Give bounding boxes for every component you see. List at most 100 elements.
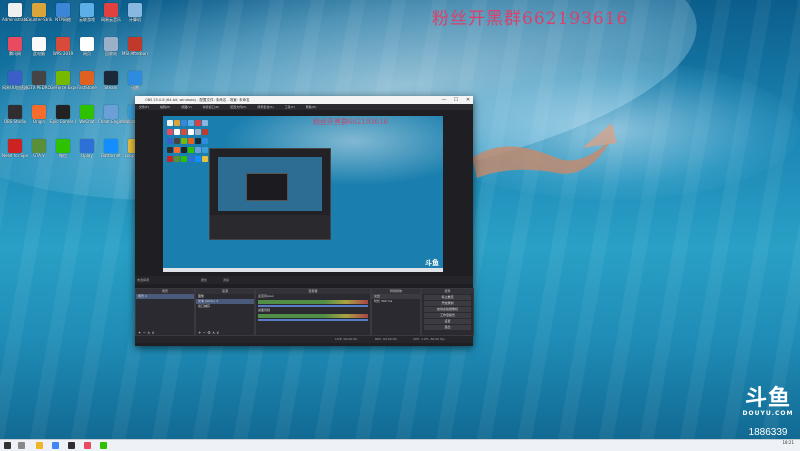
preview-desktop-icon bbox=[188, 147, 194, 153]
volume-slider[interactable] bbox=[258, 305, 368, 307]
preview-desktop-icon bbox=[202, 138, 208, 144]
app-icon bbox=[104, 37, 118, 51]
preview-desktop-icon bbox=[188, 120, 194, 126]
desktop-icon[interactable]: Need for Speed bbox=[2, 138, 28, 168]
desktop-icon[interactable]: OBS Studio bbox=[2, 104, 28, 134]
duration-field[interactable]: 时长 300 ms bbox=[372, 299, 420, 304]
menu-edit[interactable]: 编辑(E) bbox=[160, 105, 170, 109]
stop-streaming-button[interactable]: 停止推流 bbox=[424, 295, 471, 300]
desktop-icon[interactable]: Counter-Strike Global Offensive bbox=[26, 2, 52, 32]
desktop-icon[interactable]: GTA V bbox=[26, 138, 52, 168]
obs-preview-canvas[interactable]: 粉丝开黑群662193616 斗鱼 bbox=[163, 116, 443, 272]
desktop-icon[interactable]: Steam bbox=[98, 70, 124, 100]
desktop-icon[interactable]: WPS 2019 bbox=[50, 36, 76, 66]
desktop-icon[interactable]: WeChat bbox=[74, 104, 100, 134]
minimize-button[interactable]: — bbox=[439, 96, 449, 104]
menu-profile[interactable]: 配置文件(P) bbox=[230, 105, 246, 109]
menu-scene-collection[interactable]: 场景集合(S) bbox=[257, 105, 273, 109]
settings-button[interactable]: 设置 bbox=[424, 319, 471, 324]
app-icon bbox=[104, 3, 118, 17]
scene-item[interactable]: 场景 2 bbox=[136, 294, 194, 299]
tray-clock[interactable]: 18:21 bbox=[782, 440, 794, 445]
add-icon[interactable]: + − ⚙ ∧ ∨ bbox=[198, 330, 219, 335]
desktop-icon[interactable]: 云联游戏 bbox=[74, 2, 100, 32]
obs-window[interactable]: OBS 25.0.8 (64-bit, windows) - 配置文件: 未命名… bbox=[135, 96, 474, 346]
menu-help[interactable]: 帮助(H) bbox=[306, 105, 317, 109]
wechat-icon[interactable] bbox=[100, 442, 107, 449]
desktop-icon[interactable]: 腾讯网 bbox=[2, 36, 28, 66]
preview-desktop-icon bbox=[174, 120, 180, 126]
desktop-icon[interactable]: Uplay bbox=[74, 138, 100, 168]
desktop-icon[interactable]: GTX PEDRO bbox=[26, 70, 52, 100]
preview-desktop-icon bbox=[202, 156, 208, 162]
volume-slider[interactable] bbox=[258, 319, 368, 321]
desktop-icon[interactable]: 此电脑 bbox=[26, 36, 52, 66]
desktop-icon[interactable]: GeForce Experience bbox=[50, 70, 76, 100]
menu-file[interactable]: 文件(F) bbox=[139, 105, 149, 109]
obs-icon[interactable] bbox=[68, 442, 75, 449]
desktop-icon-label: GTA V bbox=[33, 153, 45, 158]
menu-view[interactable]: 视图(V) bbox=[181, 105, 191, 109]
desktop-icon[interactable]: Cheat Engine bbox=[98, 104, 124, 134]
live-timer: LIVE: 00:00:00 bbox=[335, 337, 357, 341]
desktop-icon[interactable]: Battle.net bbox=[98, 138, 124, 168]
search-icon[interactable] bbox=[18, 442, 25, 449]
desktop-icon[interactable]: MSI Afterburner bbox=[122, 36, 148, 66]
diver-figure bbox=[472, 123, 617, 178]
close-button[interactable]: ✕ bbox=[463, 96, 473, 104]
desktop-icon[interactable]: Origin bbox=[26, 104, 52, 134]
desktop-icon[interactable]: 微信 bbox=[50, 138, 76, 168]
chrome-icon[interactable] bbox=[52, 442, 59, 449]
nested-inner-preview bbox=[246, 173, 288, 201]
preview-desktop-icon bbox=[174, 156, 180, 162]
preview-desktop-icon bbox=[174, 147, 180, 153]
app-icon bbox=[56, 139, 70, 153]
windows-start-icon[interactable] bbox=[4, 442, 11, 449]
filters-button[interactable]: 滤镜 bbox=[223, 276, 229, 284]
desktop-icon[interactable]: 计算机 bbox=[122, 2, 148, 32]
exit-button[interactable]: 退出 bbox=[424, 325, 471, 330]
app-icon bbox=[104, 71, 118, 85]
desktop-icon-label: Uplay bbox=[81, 153, 93, 158]
desktop-icon[interactable]: 网易UU加速器 bbox=[2, 70, 28, 100]
desktop-icon[interactable]: 网易云音乐 bbox=[98, 2, 124, 32]
maximize-button[interactable]: ☐ bbox=[451, 96, 461, 104]
preview-desktop-icon bbox=[195, 138, 201, 144]
preview-desktop-icon bbox=[181, 138, 187, 144]
desktop-icon-label: Counter-Strike Global Offensive bbox=[26, 17, 52, 22]
desktop-icon-label: Administrator bbox=[2, 17, 28, 22]
desktop-icon-label: GeForce Experience bbox=[50, 85, 76, 90]
desktop-icon[interactable]: 网页 bbox=[74, 36, 100, 66]
desktop-icon[interactable]: NTP网络 bbox=[50, 2, 76, 32]
sources-toolbar: + − ⚙ ∧ ∨ bbox=[196, 330, 256, 335]
desktop-icon-label: OBS Studio bbox=[3, 119, 27, 124]
preview-desktop-icon bbox=[181, 156, 187, 162]
desktop-icon[interactable]: Epic Games Launcher bbox=[50, 104, 76, 134]
source-item[interactable]: 窗口捕获 bbox=[196, 304, 254, 309]
mixer-track-name: 桌面音频 bbox=[258, 308, 271, 312]
preview-desktop-icon bbox=[181, 120, 187, 126]
app-icon bbox=[56, 105, 70, 119]
app-icon bbox=[32, 71, 46, 85]
start-recording-button[interactable]: 开始录制 bbox=[424, 301, 471, 306]
properties-button[interactable]: 属性 bbox=[201, 276, 207, 284]
virtual-camera-button[interactable]: 启动虚拟摄像机 bbox=[424, 307, 471, 312]
app-icon bbox=[128, 3, 142, 17]
room-id: 1886339 bbox=[748, 427, 788, 438]
app-icon bbox=[128, 37, 142, 51]
desktop-icon[interactable]: FastStone bbox=[74, 70, 100, 100]
preview-desktop-icon bbox=[181, 129, 187, 135]
app-icon bbox=[8, 37, 22, 51]
menu-tools[interactable]: 工具(T) bbox=[285, 105, 295, 109]
studio-mode-button[interactable]: 工作室模式 bbox=[424, 313, 471, 318]
desktop-icon-label: 回收站 bbox=[105, 51, 117, 56]
file-explorer-icon[interactable] bbox=[36, 442, 43, 449]
desktop-icon[interactable]: Administrator bbox=[2, 2, 28, 32]
desktop-icon[interactable]: 回收站 bbox=[98, 36, 124, 66]
douyu-icon[interactable] bbox=[84, 442, 91, 449]
taskbar: 18:21 bbox=[0, 439, 800, 451]
add-icon[interactable]: + − ∧ ∨ bbox=[138, 330, 154, 335]
obs-titlebar[interactable]: OBS 25.0.8 (64-bit, windows) - 配置文件: 未命名… bbox=[135, 96, 473, 104]
menu-docks[interactable]: 停靠窗口(D) bbox=[203, 105, 220, 109]
douyu-logo-mark: 斗鱼 bbox=[744, 386, 791, 411]
